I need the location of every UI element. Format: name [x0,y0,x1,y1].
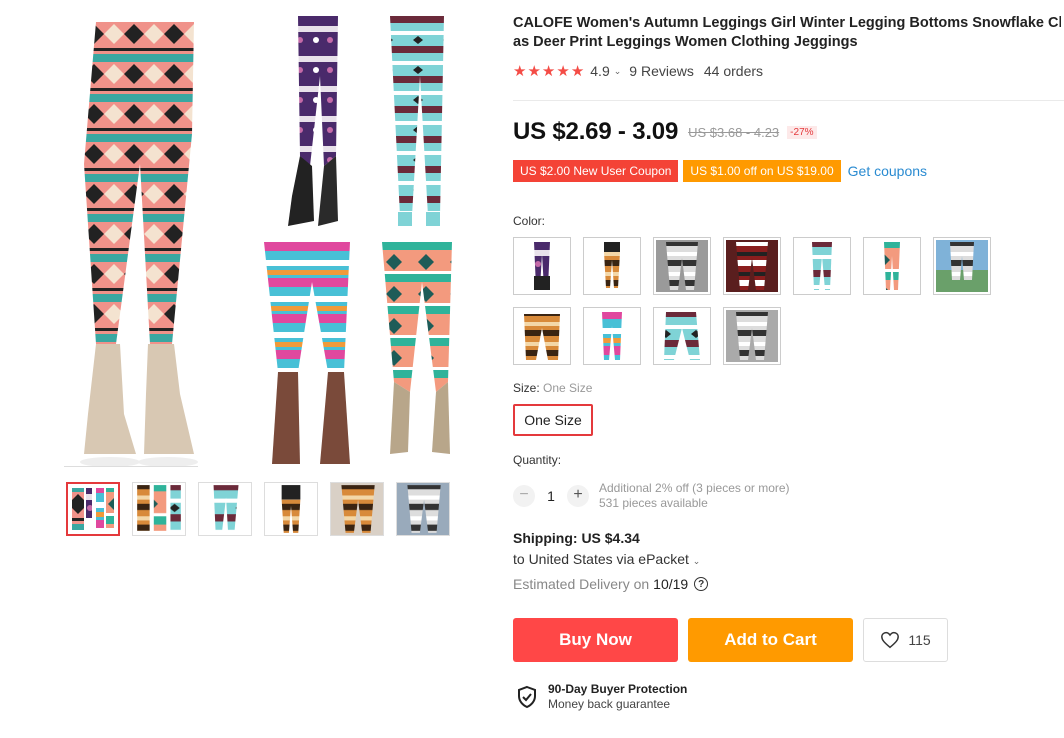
gallery-image-5[interactable] [378,242,456,470]
product-info: CALOFE Women's Autumn Leggings Girl Wint… [513,14,1064,80]
bulk-discount-note: Additional 2% off (3 pieces or more) [599,481,790,495]
help-icon[interactable]: ? [694,577,709,591]
gallery-image-4[interactable] [258,242,358,470]
color-swatch-11[interactable] [723,307,781,365]
rating-row: ★ ★ ★ ★ ★ 4.9 ⌄ 9 Reviews 44 orders [513,62,1064,80]
thumbnail-4[interactable] [264,482,318,536]
shipping-price: Shipping: US $4.34 [513,530,640,546]
current-price: US $2.69 - 3.09 [513,118,679,145]
thumbnail-1[interactable] [66,482,120,536]
buy-now-button[interactable]: Buy Now [513,618,678,662]
quantity-input[interactable]: 1 [535,488,567,504]
product-title-line-1: CALOFE Women's Autumn Leggings Girl Wint… [513,15,1061,31]
star-icon: ★ [541,62,556,80]
star-icon: ★ [513,62,527,80]
shield-check-icon [518,685,536,709]
quantity-label: Quantity: [513,453,562,467]
shipping-destination-text: to United States via ePacket [513,551,689,567]
coupon-row: US $2.00 New User Coupon US $1.00 off on… [513,160,927,182]
orders-count: 44 orders [703,63,764,79]
gallery-image-2[interactable] [278,16,358,232]
chevron-down-icon[interactable]: ⌄ [614,66,622,77]
size-option-one-size[interactable]: One Size [513,404,593,436]
discount-badge: -27% [787,125,817,139]
star-icon: ★ [556,62,570,80]
price-row: US $2.69 - 3.09 US $3.68 - 4.23 -27% [513,118,817,146]
header-divider [513,100,1064,101]
star-rating: ★ ★ ★ ★ ★ [513,64,584,79]
thumbnail-5[interactable] [330,482,384,536]
get-coupons-link[interactable]: Get coupons [848,163,927,179]
thumbnail-3[interactable] [198,482,252,536]
buyer-protection: 90-Day Buyer Protection Money back guara… [516,682,687,712]
gallery-divider [64,466,198,467]
shipping-cost: US $4.34 [581,530,640,546]
heart-icon [881,631,900,649]
product-gallery [44,14,456,470]
delivery-label: Estimated Delivery on [513,576,650,592]
size-selected: One Size [543,381,593,395]
original-price: US $3.68 - 4.23 [688,124,780,140]
estimated-delivery: Estimated Delivery on 10/19 ? [513,576,709,592]
size-label: Size: [513,381,540,395]
buyer-protection-subtitle: Money back guarantee [548,697,671,711]
chevron-down-icon: ⌄ [692,556,701,566]
color-swatch-9[interactable] [583,307,641,365]
color-swatch-8[interactable] [513,307,571,365]
shipping-destination[interactable]: to United States via ePacket ⌄ [513,551,700,567]
quantity-stepper: − 1 + Additional 2% off (3 pieces or mor… [513,481,790,511]
color-swatch-2[interactable] [583,237,641,295]
thumbnail-6[interactable] [396,482,450,536]
color-swatch-6[interactable] [863,237,921,295]
shipping-label: Shipping: [513,530,578,546]
quantity-note: Additional 2% off (3 pieces or more) 531… [599,481,790,511]
buyer-protection-title: 90-Day Buyer Protection [548,682,688,696]
delivery-date: 10/19 [653,576,689,592]
product-title: CALOFE Women's Autumn Leggings Girl Wint… [513,14,1061,52]
gallery-image-3[interactable] [378,16,456,232]
color-label: Color: [513,214,546,228]
main-product-image[interactable] [44,14,244,470]
new-user-coupon[interactable]: US $2.00 New User Coupon [513,160,679,182]
color-swatch-7[interactable] [933,237,991,295]
color-swatch-3[interactable] [653,237,711,295]
quantity-decrement-button[interactable]: − [513,485,535,507]
wishlist-button[interactable]: 115 [863,618,948,662]
color-swatch-1[interactable] [513,237,571,295]
star-icon: ★ [527,62,541,80]
color-swatch-4[interactable] [723,237,781,295]
product-title-line-2: as Deer Print Leggings Women Clothing Je… [513,34,858,50]
star-icon: ★ [570,62,585,80]
stock-available: 531 pieces available [599,496,708,510]
store-coupon[interactable]: US $1.00 off on US $19.00 [683,160,841,182]
color-swatch-10[interactable] [653,307,711,365]
add-to-cart-button[interactable]: Add to Cart [688,618,853,662]
quantity-increment-button[interactable]: + [567,485,589,507]
size-label-row: Size: One Size [513,381,592,395]
rating-value[interactable]: 4.9 [590,63,609,79]
thumbnail-2[interactable] [132,482,186,536]
thumbnail-strip [66,482,450,536]
buyer-protection-text: 90-Day Buyer Protection Money back guara… [548,682,687,712]
wishlist-count: 115 [908,632,931,648]
reviews-link[interactable]: 9 Reviews [629,63,694,79]
color-swatch-5[interactable] [793,237,851,295]
